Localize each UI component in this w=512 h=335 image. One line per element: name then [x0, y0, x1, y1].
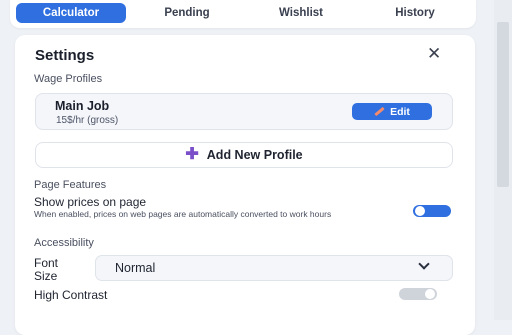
show-prices-toggle[interactable] [413, 205, 451, 217]
tab-pending[interactable]: Pending [132, 3, 242, 23]
font-size-value: Normal [115, 261, 156, 275]
settings-panel: Settings ✕ Wage Profiles Main Job 15$/hr… [15, 35, 475, 335]
toggle-knob [415, 206, 425, 216]
edit-profile-button[interactable]: Edit [352, 103, 432, 120]
show-prices-description: When enabled, prices on web pages are au… [34, 209, 332, 219]
add-new-profile-button[interactable]: ✚ Add New Profile [35, 142, 453, 168]
tab-wishlist[interactable]: Wishlist [246, 3, 356, 23]
tab-bar: Calculator Pending Wishlist History [10, 0, 476, 28]
profile-card: Main Job 15$/hr (gross) Edit [35, 93, 453, 130]
font-size-select[interactable]: Normal [95, 255, 453, 281]
profile-rate: 15$/hr (gross) [56, 115, 119, 126]
page-features-heading: Page Features [34, 179, 107, 191]
add-profile-label: Add New Profile [206, 148, 303, 162]
profile-name: Main Job [55, 99, 110, 113]
close-icon[interactable]: ✕ [427, 44, 441, 64]
font-size-label: Font Size [34, 256, 59, 283]
accessibility-heading: Accessibility [34, 237, 94, 249]
settings-title: Settings [35, 47, 95, 64]
edit-button-label: Edit [390, 105, 410, 118]
wage-profiles-heading: Wage Profiles [34, 73, 103, 85]
scrollbar-thumb[interactable] [497, 22, 509, 187]
high-contrast-toggle[interactable] [399, 288, 437, 300]
chevron-down-icon [418, 258, 430, 270]
tab-history[interactable]: History [360, 3, 470, 23]
tab-calculator[interactable]: Calculator [16, 3, 126, 23]
toggle-knob [425, 289, 435, 299]
plus-icon: ✚ [185, 146, 199, 163]
pencil-icon [374, 106, 385, 117]
high-contrast-label: High Contrast [34, 288, 108, 302]
show-prices-label: Show prices on page [34, 195, 147, 209]
